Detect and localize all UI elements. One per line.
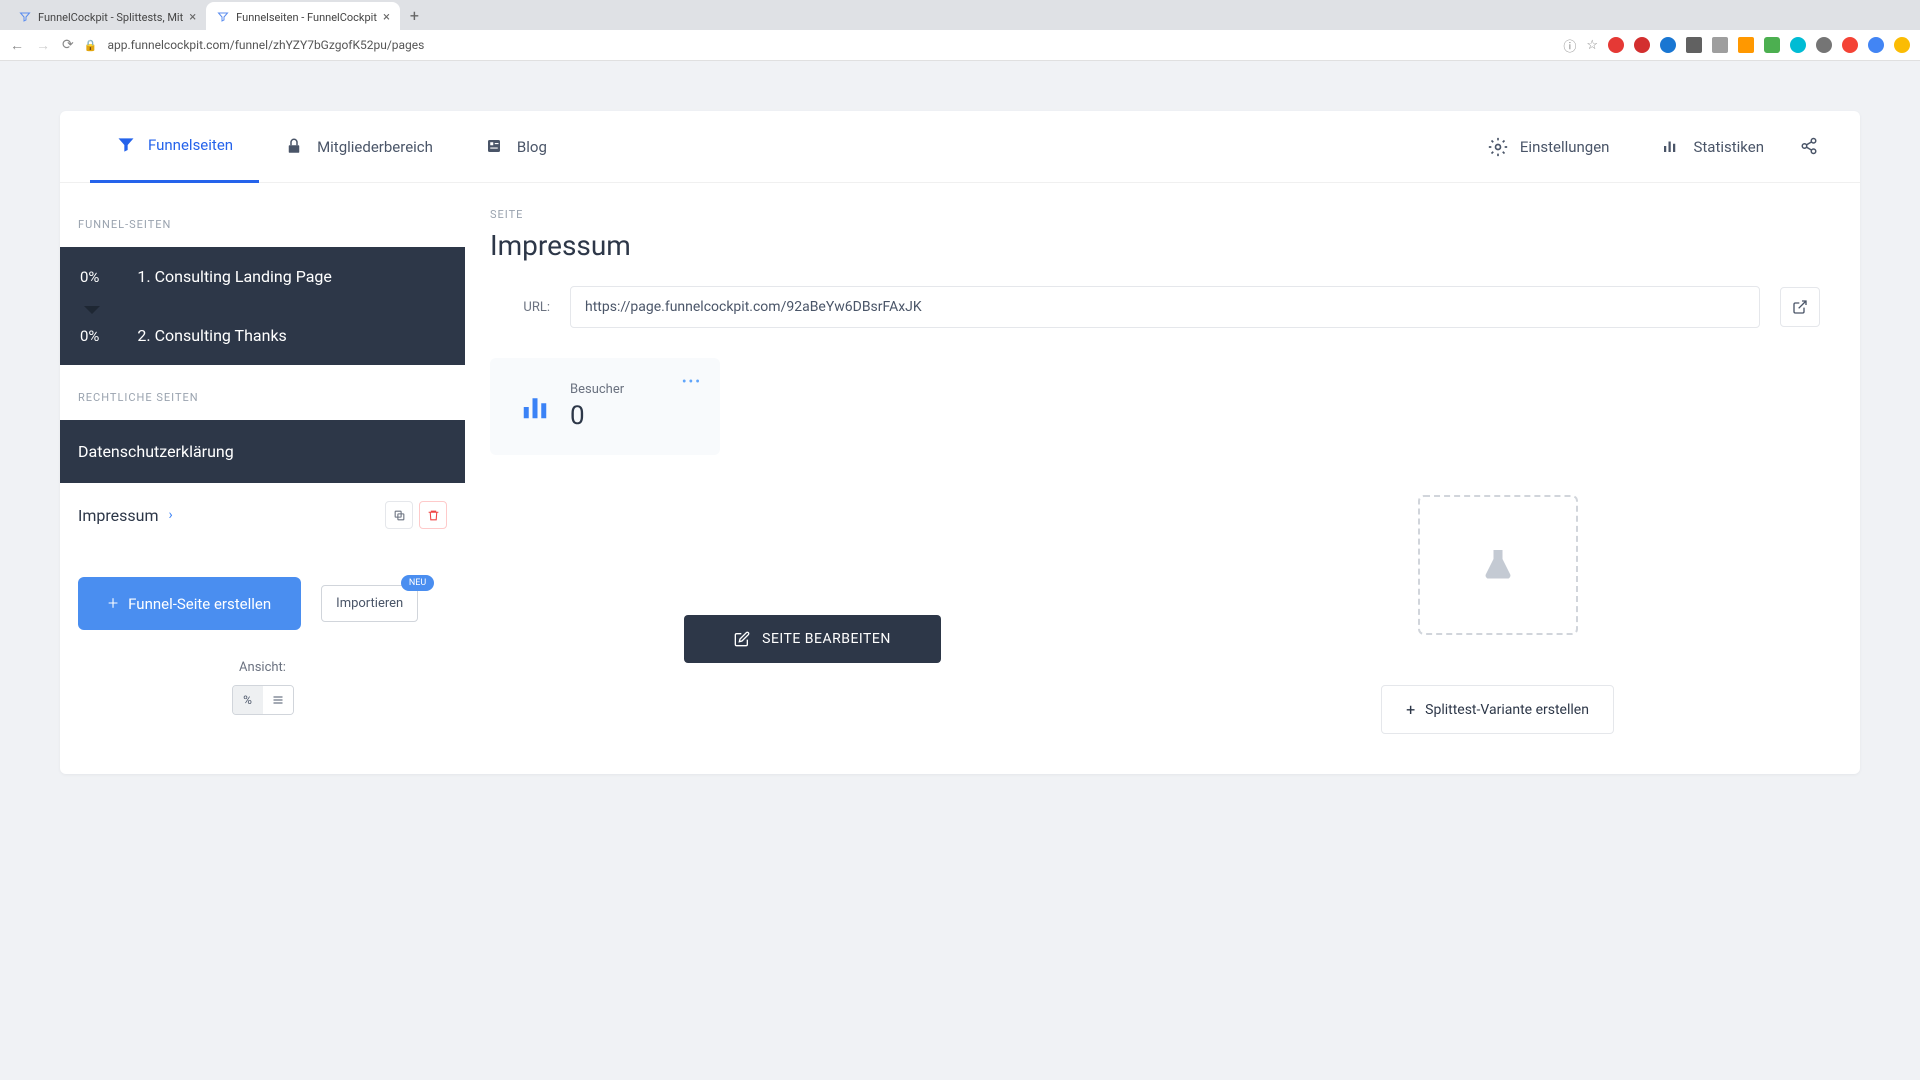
address-bar: ← → ⟳ 🔒 app.funnelcockpit.com/funnel/zhY…	[0, 30, 1920, 60]
ext-icon[interactable]	[1868, 37, 1884, 53]
plus-icon: +	[1406, 700, 1415, 719]
url-text[interactable]: app.funnelcockpit.com/funnel/zhYZY7bGzgo…	[107, 38, 1553, 52]
chart-icon	[1661, 137, 1681, 157]
edit-page-button[interactable]: SEITE BEARBEITEN	[684, 615, 941, 663]
legal-page-item-selected[interactable]: Impressum ›	[60, 483, 465, 547]
ext-icon[interactable]	[1686, 37, 1702, 53]
content: SEITE Impressum URL: Besucher 0 •••	[465, 183, 1860, 774]
lock-icon	[285, 137, 305, 157]
section-label: FUNNEL-SEITEN	[60, 208, 465, 247]
import-button[interactable]: Importieren	[321, 585, 418, 622]
tab-bar: FunnelCockpit - Splittests, Mit × Funnel…	[0, 0, 1920, 30]
url-label: URL:	[490, 300, 550, 315]
stat-label: Besucher	[570, 382, 624, 397]
star-icon[interactable]: ☆	[1586, 38, 1598, 53]
page-title: Impressum	[490, 229, 1820, 262]
back-button[interactable]: ←	[10, 37, 24, 54]
ext-icon[interactable]	[1712, 37, 1728, 53]
ext-icon[interactable]	[1660, 37, 1676, 53]
legal-page-item[interactable]: Datenschutzerklärung	[60, 420, 465, 483]
tab-title: FunnelCockpit - Splittests, Mit	[38, 11, 183, 24]
breadcrumb: SEITE	[490, 208, 1820, 221]
view-percent-button[interactable]: %	[233, 686, 263, 714]
nav-share[interactable]	[1790, 111, 1830, 183]
nav-funnelseiten[interactable]: Funnelseiten	[90, 111, 259, 183]
ext-icon[interactable]	[1842, 37, 1858, 53]
nav-blog[interactable]: Blog	[459, 111, 573, 183]
ext-icon[interactable]	[1764, 37, 1780, 53]
funnel-page-item[interactable]: 0% 1. Consulting Landing Page	[60, 247, 465, 306]
lock-icon: 🔒	[84, 39, 98, 52]
browser-chrome: FunnelCockpit - Splittests, Mit × Funnel…	[0, 0, 1920, 61]
top-nav: Funnelseiten Mitgliederbereich Blog Eins…	[60, 111, 1860, 183]
sidebar: FUNNEL-SEITEN 0% 1. Consulting Landing P…	[60, 183, 465, 774]
button-label: SEITE BEARBEITEN	[762, 631, 891, 647]
button-label: Funnel-Seite erstellen	[128, 595, 271, 613]
nav-label: Funnelseiten	[148, 136, 233, 154]
tab-title: Funnelseiten - FunnelCockpit	[236, 11, 377, 24]
plus-icon: +	[108, 593, 118, 614]
share-icon	[1800, 137, 1820, 157]
edit-icon	[734, 631, 750, 647]
ext-icon[interactable]	[1894, 37, 1910, 53]
bars-icon	[520, 392, 550, 422]
close-icon[interactable]: ×	[383, 10, 390, 25]
nav-label: Mitgliederbereich	[317, 138, 433, 156]
nav-mitgliederbereich[interactable]: Mitgliederbereich	[259, 111, 459, 183]
blog-icon	[485, 137, 505, 157]
page-label: Datenschutzerklärung	[78, 442, 234, 461]
app-card: Funnelseiten Mitgliederbereich Blog Eins…	[60, 111, 1860, 774]
reload-button[interactable]: ⟳	[62, 37, 74, 54]
nav-label: Statistiken	[1693, 138, 1764, 156]
page-label: Impressum	[78, 506, 159, 525]
url-input[interactable]	[570, 286, 1760, 328]
ext-icon[interactable]	[1816, 37, 1832, 53]
new-tab-button[interactable]: +	[400, 6, 429, 25]
chevron-down-icon	[84, 306, 100, 314]
split-test-button[interactable]: + Splittest-Variante erstellen	[1381, 685, 1614, 734]
new-badge: NEU	[401, 575, 434, 591]
nav-label: Blog	[517, 138, 547, 156]
page-thumbnail[interactable]	[1418, 495, 1578, 635]
delete-button[interactable]	[419, 501, 447, 529]
page-label: 1. Consulting Landing Page	[137, 267, 331, 286]
ext-icon[interactable]	[1738, 37, 1754, 53]
view-toggle: %	[232, 685, 294, 715]
ext-icon[interactable]	[1608, 37, 1624, 53]
percentage: 0%	[80, 268, 99, 286]
forward-button[interactable]: →	[36, 37, 50, 54]
visitor-stat-card: Besucher 0 •••	[490, 358, 720, 455]
nav-statistiken[interactable]: Statistiken	[1635, 111, 1790, 183]
view-list-button[interactable]	[263, 686, 293, 714]
ext-icon[interactable]	[1634, 37, 1650, 53]
button-label: Importieren	[336, 596, 403, 611]
view-label: Ansicht:	[60, 660, 465, 675]
flask-icon	[1480, 547, 1516, 583]
percentage: 0%	[80, 327, 99, 345]
ext-icon[interactable]	[1790, 37, 1806, 53]
section-label: RECHTLICHE SEITEN	[60, 365, 465, 420]
stat-value: 0	[570, 401, 624, 431]
browser-tab[interactable]: FunnelCockpit - Splittests, Mit ×	[8, 2, 206, 32]
more-icon[interactable]: •••	[682, 374, 702, 390]
create-page-button[interactable]: + Funnel-Seite erstellen	[78, 577, 301, 630]
funnel-icon	[116, 135, 136, 155]
open-url-button[interactable]	[1780, 287, 1820, 327]
nav-einstellungen[interactable]: Einstellungen	[1462, 111, 1636, 183]
funnel-icon	[216, 10, 230, 24]
copy-button[interactable]	[385, 501, 413, 529]
button-label: Splittest-Variante erstellen	[1425, 702, 1589, 718]
page-label: 2. Consulting Thanks	[137, 326, 286, 345]
gear-icon	[1488, 137, 1508, 157]
funnel-page-item[interactable]: 0% 2. Consulting Thanks	[60, 306, 465, 365]
info-icon[interactable]: ⓘ	[1563, 36, 1576, 55]
extension-icons: ⓘ ☆	[1563, 36, 1910, 55]
funnel-icon	[18, 10, 32, 24]
nav-label: Einstellungen	[1520, 138, 1610, 156]
browser-tab[interactable]: Funnelseiten - FunnelCockpit ×	[206, 2, 400, 32]
close-icon[interactable]: ×	[189, 10, 196, 25]
chevron-right-icon: ›	[169, 507, 173, 523]
